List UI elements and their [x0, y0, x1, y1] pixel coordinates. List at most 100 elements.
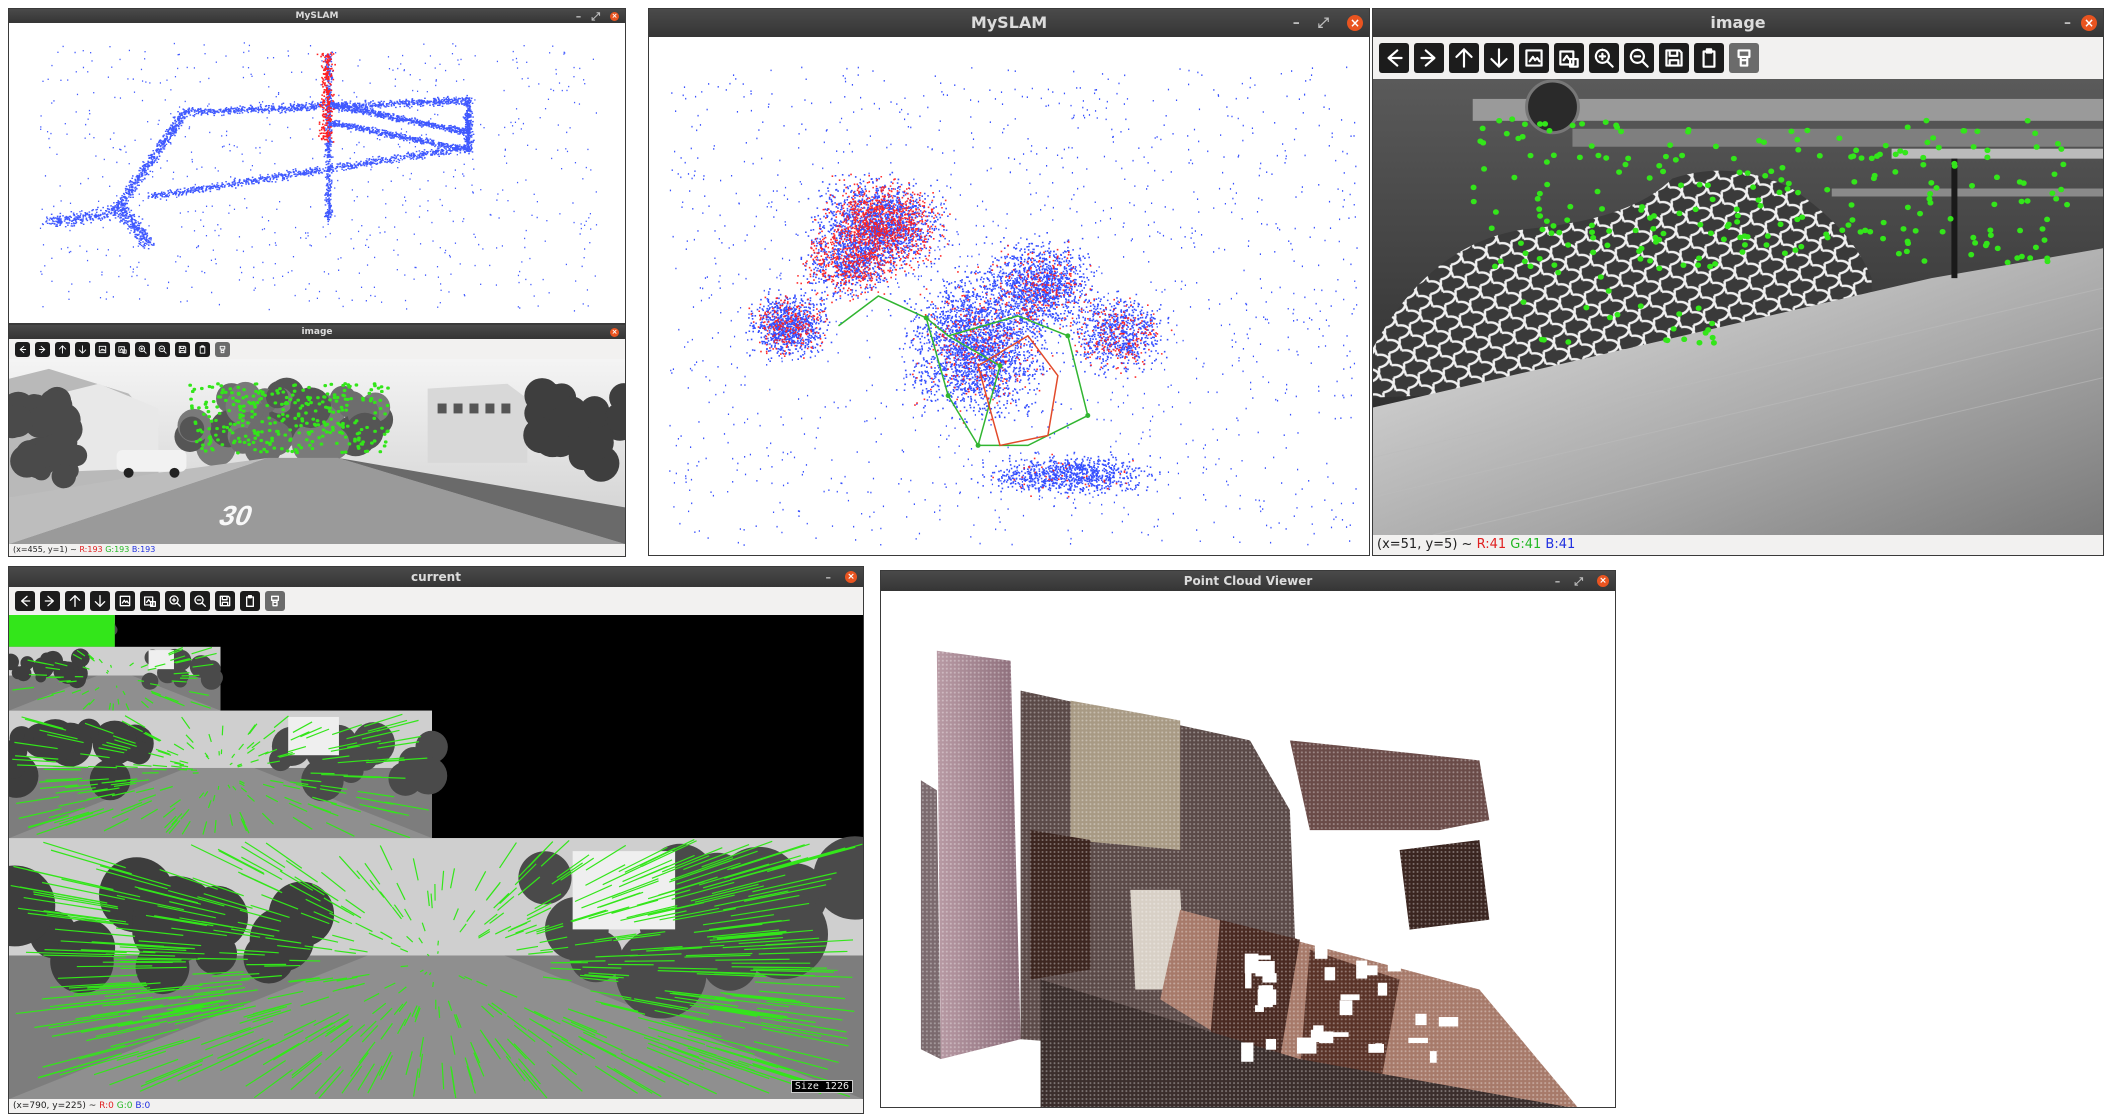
image-toolbar	[9, 339, 625, 359]
image-properties-button[interactable]	[115, 341, 130, 357]
camera-frame-view[interactable]	[1373, 79, 2103, 535]
arrow-up-button[interactable]	[55, 341, 70, 357]
arrow-down-button[interactable]	[75, 341, 90, 357]
arrow-up-icon	[69, 595, 81, 607]
map-viewer-3d[interactable]	[9, 23, 625, 323]
arrow-left-icon	[19, 345, 27, 353]
close-icon[interactable]: ×	[610, 11, 619, 21]
myslam-titlebar[interactable]: MySLAM – ⤢ ×	[649, 9, 1369, 37]
current-window[interactable]: current – × Size 1226 (x=790, y=225) ~ R…	[8, 566, 864, 1114]
cursor-coords: (x=51, y=5) ~	[1377, 537, 1477, 552]
arrow-down-icon	[94, 595, 106, 607]
arrow-right-button[interactable]	[40, 591, 60, 611]
arrow-down-icon	[1490, 48, 1508, 68]
minimize-icon[interactable]: –	[2064, 16, 2071, 30]
close-icon[interactable]: ×	[610, 327, 619, 337]
zoom-out-button[interactable]	[155, 341, 170, 357]
arrow-up-icon	[1455, 48, 1473, 68]
image-properties-button[interactable]	[140, 591, 160, 611]
pcl-3d-view[interactable]	[881, 591, 1615, 1107]
zoom-in-icon	[138, 345, 147, 354]
zoom-in-button[interactable]	[165, 591, 185, 611]
pixel-b-value: B:41	[1545, 537, 1576, 552]
myslam-window-large[interactable]: MySLAM – ⤢ ×	[648, 8, 1370, 556]
pcl-titlebar[interactable]: Point Cloud Viewer – ⤢ ×	[881, 571, 1615, 591]
minimize-icon[interactable]: –	[1555, 576, 1561, 587]
image-toolbar	[1373, 37, 2103, 79]
point-cloud-map	[39, 42, 598, 312]
arrow-up-button[interactable]	[65, 591, 85, 611]
maximize-icon[interactable]: ⤢	[591, 11, 600, 22]
current-titlebar[interactable]: current – ×	[9, 567, 863, 587]
image-button[interactable]	[1519, 43, 1549, 73]
maximize-icon[interactable]: ⤢	[1318, 16, 1329, 30]
close-icon[interactable]: ×	[845, 571, 857, 583]
settings-button[interactable]	[265, 591, 285, 611]
pixel-g-value: G:0	[116, 1101, 133, 1111]
minimize-icon[interactable]: –	[1293, 16, 1300, 30]
image-titlebar[interactable]: image – ×	[1373, 9, 2103, 37]
kitti-frame: 30	[9, 359, 625, 544]
dining-room-point-cloud	[881, 591, 1615, 1107]
close-icon[interactable]: ×	[2081, 15, 2097, 31]
zoom-in-button[interactable]	[135, 341, 150, 357]
settings-button[interactable]	[1729, 43, 1759, 73]
image-window-large[interactable]: image – × (x=51, y=5) ~ R:41 G:41 B:41	[1372, 8, 2104, 556]
close-icon[interactable]: ×	[1347, 15, 1363, 31]
arrow-left-button[interactable]	[15, 341, 30, 357]
clipboard-button[interactable]	[240, 591, 260, 611]
window-title: MySLAM	[295, 11, 339, 21]
zoom-in-icon	[1594, 48, 1614, 68]
pixel-g-value: G:41	[1510, 537, 1542, 552]
clipboard-button[interactable]	[195, 341, 210, 357]
window-title: Point Cloud Viewer	[1183, 574, 1313, 588]
arrow-left-button[interactable]	[15, 591, 35, 611]
image-button[interactable]	[115, 591, 135, 611]
point-cloud-map	[669, 66, 1358, 546]
image-properties-icon	[1559, 50, 1579, 68]
frame-size-label: Size 1226	[790, 1080, 853, 1093]
save-button[interactable]	[175, 341, 190, 357]
arrow-down-button[interactable]	[90, 591, 110, 611]
image-titlebar[interactable]: image ×	[9, 325, 625, 339]
arrow-down-button[interactable]	[1484, 43, 1514, 73]
save-button[interactable]	[215, 591, 235, 611]
image-window-small[interactable]: image × 30 (x=455, y=1) ~ R:193 G:193 B:…	[8, 324, 626, 557]
window-title: MySLAM	[970, 13, 1048, 32]
pixel-r-value: R:193	[79, 545, 103, 554]
clipboard-button[interactable]	[1694, 43, 1724, 73]
zoom-in-button[interactable]	[1589, 43, 1619, 73]
arrow-right-button[interactable]	[1414, 43, 1444, 73]
settings-icon	[1737, 49, 1751, 67]
pixel-b-value: B:0	[135, 1101, 151, 1111]
euroc-frame	[1373, 79, 2103, 535]
image-toolbar	[9, 587, 863, 615]
arrow-right-button[interactable]	[35, 341, 50, 357]
zoom-out-button[interactable]	[1624, 43, 1654, 73]
myslam-titlebar[interactable]: MySLAM – ⤢ ×	[9, 9, 625, 23]
arrow-left-icon	[1387, 49, 1403, 67]
camera-frame-view[interactable]: 30	[9, 359, 625, 544]
window-title: current	[411, 570, 461, 584]
point-cloud-viewer-window[interactable]: Point Cloud Viewer – ⤢ ×	[880, 570, 1616, 1108]
clipboard-icon	[246, 595, 254, 607]
maximize-icon[interactable]: ⤢	[1574, 576, 1583, 587]
settings-icon	[271, 595, 279, 607]
save-button[interactable]	[1659, 43, 1689, 73]
close-icon[interactable]: ×	[1597, 575, 1609, 587]
arrow-up-button[interactable]	[1449, 43, 1479, 73]
image-properties-icon	[144, 596, 156, 607]
arrow-left-button[interactable]	[1379, 43, 1409, 73]
settings-button[interactable]	[215, 341, 230, 357]
image-button[interactable]	[95, 341, 110, 357]
image-icon	[98, 345, 107, 353]
minimize-icon[interactable]: –	[576, 11, 582, 22]
pyramid-level-1	[9, 646, 223, 711]
myslam-window-small[interactable]: MySLAM – ⤢ ×	[8, 8, 626, 324]
pixel-b-value: B:193	[131, 545, 156, 554]
map-viewer-3d[interactable]	[649, 37, 1369, 555]
image-properties-button[interactable]	[1554, 43, 1584, 73]
optical-flow-view[interactable]: Size 1226	[9, 615, 863, 1099]
zoom-out-button[interactable]	[190, 591, 210, 611]
minimize-icon[interactable]: –	[826, 572, 832, 583]
